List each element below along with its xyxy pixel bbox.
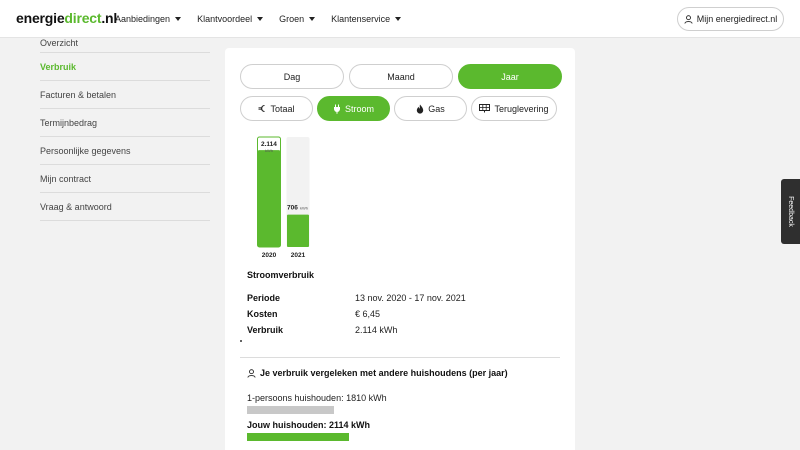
chevron-down-icon bbox=[395, 17, 402, 21]
tab-maand[interactable]: Maand bbox=[349, 64, 453, 89]
plug-icon bbox=[333, 104, 341, 114]
account-label: Mijn energiedirect.nl bbox=[696, 14, 778, 24]
stray-dot bbox=[240, 340, 242, 342]
sidebar-item-label: Termijnbedrag bbox=[40, 117, 98, 128]
sidebar-item-label: Vraag & antwoord bbox=[40, 201, 112, 212]
type-tabs: Totaal Stroom Gas Teruglevering bbox=[240, 96, 561, 121]
tab-teruglevering[interactable]: Teruglevering bbox=[471, 96, 557, 121]
tab-jaar[interactable]: Jaar bbox=[458, 64, 562, 89]
nav-label: Groen bbox=[279, 14, 305, 24]
account-button[interactable]: Mijn energiedirect.nl bbox=[677, 7, 784, 31]
detail-value: 13 nov. 2020 - 17 nov. 2021 bbox=[355, 293, 466, 303]
nav-klantvoordeel[interactable]: Klantvoordeel bbox=[197, 14, 264, 24]
tab-stroom[interactable]: Stroom bbox=[317, 96, 390, 121]
bar-value-label-2020: 2.114 bbox=[261, 141, 277, 148]
tab-dag[interactable]: Dag bbox=[240, 64, 344, 89]
bar-unit-label-2021: kWh bbox=[300, 206, 308, 211]
usage-card: Dag Maand Jaar Totaal Stroom Gas Terugle… bbox=[225, 48, 575, 450]
sidebar-item-mijn-contract[interactable]: Mijn contract bbox=[40, 165, 210, 193]
user-icon bbox=[247, 368, 256, 378]
detail-label: Verbruik bbox=[247, 325, 284, 335]
sidebar: Overzicht Verbruik Facturen & betalen Te… bbox=[40, 38, 210, 221]
category-label-2021: 2021 bbox=[291, 252, 306, 259]
chevron-down-icon bbox=[309, 17, 316, 21]
detail-row-kosten: Kosten € 6,45 bbox=[247, 306, 466, 322]
tab-label: Maand bbox=[387, 71, 415, 82]
sidebar-item-label: Mijn contract bbox=[40, 173, 92, 184]
logo[interactable]: energiedirect.nl bbox=[16, 10, 117, 26]
tab-label: Totaal bbox=[270, 103, 295, 114]
tab-label: Stroom bbox=[344, 103, 374, 114]
tab-label: Gas bbox=[428, 103, 445, 114]
compare-label-yours: Jouw huishouden: 2114 kWh bbox=[247, 420, 371, 430]
chevron-down-icon bbox=[175, 17, 182, 21]
nav-aanbiedingen[interactable]: Aanbiedingen bbox=[115, 14, 182, 24]
nav-label: Klantvoordeel bbox=[197, 14, 253, 24]
detail-label: Periode bbox=[247, 293, 281, 303]
tab-label: Dag bbox=[283, 71, 301, 82]
flame-icon bbox=[416, 104, 424, 114]
compare-bar-single bbox=[247, 406, 334, 414]
details-table: Periode 13 nov. 2020 - 17 nov. 2021 Koste… bbox=[247, 290, 466, 338]
detail-label: Kosten bbox=[247, 309, 278, 319]
tab-gas[interactable]: Gas bbox=[394, 96, 467, 121]
top-header: energiedirect.nl Aanbiedingen Klantvoord… bbox=[0, 0, 800, 38]
logo-text-direct: direct bbox=[64, 10, 102, 26]
euro-icon bbox=[258, 104, 266, 113]
sidebar-item-label: Facturen & betalen bbox=[40, 89, 117, 100]
compare-title-text: Je verbruik vergeleken met andere huisho… bbox=[260, 368, 508, 378]
user-icon bbox=[684, 14, 693, 24]
feedback-tab[interactable]: Feedback bbox=[781, 179, 800, 244]
logo-text-energie: energie bbox=[16, 10, 65, 26]
tab-label: Teruglevering bbox=[494, 103, 549, 114]
nav-groen[interactable]: Groen bbox=[279, 14, 316, 24]
sidebar-item-verbruik[interactable]: Verbruik bbox=[40, 53, 210, 81]
bar-unit-label-2020: kWh bbox=[265, 148, 273, 153]
detail-row-periode: Periode 13 nov. 2020 - 17 nov. 2021 bbox=[247, 290, 466, 306]
sidebar-item-overzicht[interactable]: Overzicht bbox=[40, 38, 210, 53]
usage-bar-chart: 2.114kWh2020706 kWh2021 bbox=[257, 136, 310, 259]
feedback-label: Feedback bbox=[787, 196, 794, 227]
section-divider bbox=[240, 357, 560, 358]
detail-row-verbruik: Verbruik 2.114 kWh bbox=[247, 322, 466, 338]
bar-2021 bbox=[287, 214, 309, 247]
detail-value: € 6,45 bbox=[355, 309, 381, 319]
sidebar-item-label: Persoonlijke gegevens bbox=[40, 145, 131, 156]
sidebar-item-label: Verbruik bbox=[40, 61, 77, 72]
tab-totaal[interactable]: Totaal bbox=[240, 96, 313, 121]
detail-value: 2.114 kWh bbox=[355, 325, 398, 335]
main-nav: Aanbiedingen Klantvoordeel Groen Klanten… bbox=[115, 0, 417, 38]
sidebar-item-facturen[interactable]: Facturen & betalen bbox=[40, 81, 210, 109]
nav-label: Klantenservice bbox=[331, 14, 391, 24]
nav-klantenservice[interactable]: Klantenservice bbox=[331, 14, 402, 24]
details-title: Stroomverbruik bbox=[247, 270, 315, 280]
compare-title: Je verbruik vergeleken met andere huisho… bbox=[247, 368, 508, 378]
bar-value-label-2021: 706 bbox=[287, 205, 298, 212]
compare-bar-yours bbox=[247, 433, 349, 441]
sidebar-item-persoonlijke-gegevens[interactable]: Persoonlijke gegevens bbox=[40, 137, 210, 165]
solar-panel-icon bbox=[479, 104, 491, 113]
sidebar-item-vraag-antwoord[interactable]: Vraag & antwoord bbox=[40, 193, 210, 221]
chevron-down-icon bbox=[257, 17, 264, 21]
nav-label: Aanbiedingen bbox=[115, 14, 171, 24]
bar-2020 bbox=[258, 150, 280, 247]
period-tabs: Dag Maand Jaar bbox=[240, 64, 567, 89]
category-label-2020: 2020 bbox=[262, 252, 277, 259]
compare-label-single: 1-persoons huishouden: 1810 kWh bbox=[247, 393, 387, 403]
sidebar-item-label: Overzicht bbox=[40, 38, 79, 48]
tab-label: Jaar bbox=[501, 71, 519, 82]
sidebar-item-termijnbedrag[interactable]: Termijnbedrag bbox=[40, 109, 210, 137]
